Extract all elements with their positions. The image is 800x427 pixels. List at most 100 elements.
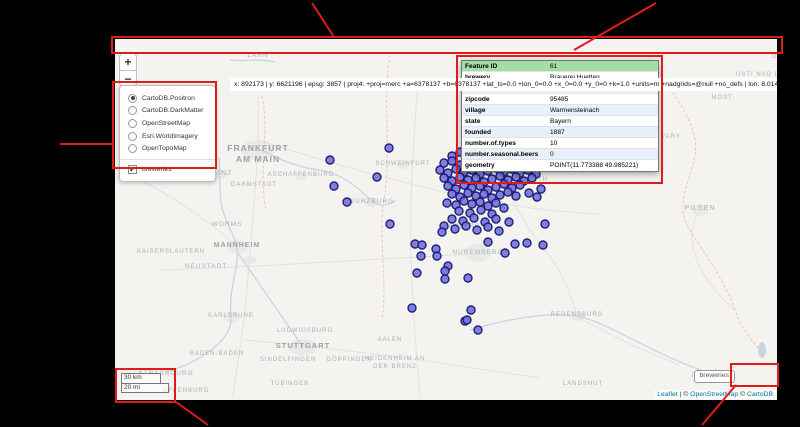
radio-icon[interactable] [128,131,137,141]
brewery-marker[interactable] [466,305,476,315]
attribution-text: © [738,391,747,398]
brewery-marker[interactable] [450,224,460,234]
brewery-marker[interactable] [447,156,457,166]
brewery-marker[interactable] [412,268,422,278]
base-layer-option-openstreetmap[interactable]: OpenStreetMap [126,117,209,130]
leaflet-map[interactable]: LAHNGIESSENFULDAFRANKFURTAM MAINMAINZASC… [115,39,777,400]
radio-icon[interactable] [128,93,137,103]
brewery-marker[interactable] [451,164,461,174]
brewery-marker[interactable] [442,198,452,208]
brewery-marker[interactable] [463,188,473,198]
brewery-marker[interactable] [459,196,469,206]
base-layer-option-esri-worldimagery[interactable]: Esri.WorldImagery [126,130,209,143]
brewery-marker[interactable] [499,203,509,213]
popup-field-label: state [465,118,481,125]
brewery-marker[interactable] [511,191,521,201]
popup-row-state: state Bayern [462,116,658,127]
brewery-marker[interactable] [439,173,449,183]
attribution-link-leaflet[interactable]: Leaflet [657,391,677,398]
popup-field-value: 10 [550,140,558,147]
brewery-marker[interactable] [500,248,510,258]
brewery-marker[interactable] [522,238,532,248]
brewery-marker[interactable] [491,198,501,208]
radio-icon[interactable] [128,118,137,128]
brewery-marker[interactable] [494,226,504,236]
brewery-marker[interactable] [504,217,514,227]
brewery-marker[interactable] [437,227,447,237]
brewery-marker[interactable] [462,315,472,325]
popup-field-label: zipcode [465,96,490,103]
scale-control: 30 km 20 mi [121,373,169,393]
brewery-marker[interactable] [447,189,457,199]
brewery-marker[interactable] [495,190,505,200]
brewery-marker[interactable] [536,184,546,194]
base-layer-list: CartoDB.Positron CartoDB.DarkMatter OpenSt… [126,92,209,155]
brewery-marker[interactable] [432,251,442,261]
brewery-marker[interactable] [527,173,537,183]
brewery-marker[interactable] [483,237,493,247]
brewery-marker[interactable] [472,225,482,235]
brewery-marker[interactable] [417,240,427,250]
popup-field-value: 61 [550,63,558,70]
zoom-to-breweries-button[interactable]: breweries [693,370,735,383]
brewery-marker[interactable] [473,325,483,335]
base-layer-option-cartodb-darkmatter[interactable]: CartoDB.DarkMatter [126,105,209,118]
brewery-marker[interactable] [538,240,548,250]
base-layer-label: OpenTopoMap [142,145,187,153]
brewery-marker[interactable] [407,303,417,313]
brewery-marker[interactable] [515,180,525,190]
brewery-marker[interactable] [524,188,534,198]
attribution-link-openstreetmap[interactable]: OpenStreetMap [690,391,738,398]
brewery-marker[interactable] [467,199,477,209]
brewery-marker[interactable] [454,206,464,216]
brewery-marker[interactable] [475,197,485,207]
checkbox-icon[interactable]: ✓ [128,164,137,174]
attribution-bar: Leaflet | © OpenStreetMap © CartoDB [654,390,776,399]
screenshot-stage: LAHNGIESSENFULDAFRANKFURTAM MAINMAINZASC… [0,0,800,427]
brewery-marker[interactable] [435,165,445,175]
brewery-marker[interactable] [447,214,457,224]
brewery-marker[interactable] [510,239,520,249]
brewery-marker[interactable] [479,189,489,199]
brewery-marker[interactable] [459,180,469,190]
brewery-marker[interactable] [342,197,352,207]
brewery-marker[interactable] [463,273,473,283]
brewery-marker[interactable] [475,181,485,191]
brewery-marker[interactable] [461,221,471,231]
brewery-marker[interactable] [487,174,497,184]
brewery-marker[interactable] [443,181,453,191]
brewery-marker[interactable] [325,155,335,165]
brewery-marker[interactable] [440,266,450,276]
brewery-marker[interactable] [532,192,542,202]
brewery-marker[interactable] [499,179,509,189]
popup-field-value: Warmensteinach [550,107,600,114]
popup-row-village: village Warmensteinach [462,105,658,116]
brewery-marker[interactable] [440,274,450,284]
brewery-marker[interactable] [511,172,521,182]
zoom-in-button[interactable]: + [119,53,137,70]
popup-field-value: POINT(11.773388 49.985221) [550,162,639,169]
brewery-marker[interactable] [372,172,382,182]
attribution-text: | © [677,391,691,398]
brewery-marker[interactable] [495,171,505,181]
brewery-marker[interactable] [385,219,395,229]
brewery-marker[interactable] [329,181,339,191]
radio-icon[interactable] [128,106,137,116]
brewery-marker[interactable] [471,173,481,183]
brewery-marker[interactable] [491,214,501,224]
brewery-marker[interactable] [455,172,465,182]
brewery-marker[interactable] [476,205,486,215]
radio-icon[interactable] [128,144,137,154]
brewery-marker[interactable] [469,213,479,223]
brewery-marker[interactable] [540,219,550,229]
brewery-marker[interactable] [503,187,513,197]
annotation-line-scale [175,401,209,426]
overlay-option-breweries[interactable]: ✓ breweries [126,163,209,176]
brewery-marker[interactable] [384,143,394,153]
brewery-marker[interactable] [483,222,493,232]
brewery-marker[interactable] [416,251,426,261]
attribution-link-cartodb[interactable]: CartoDB [747,391,773,398]
base-layer-option-cartodb-positron[interactable]: CartoDB.Positron [126,92,209,105]
base-layer-option-opentopomap[interactable]: OpenTopoMap [126,142,209,155]
brewery-marker[interactable] [491,182,501,192]
